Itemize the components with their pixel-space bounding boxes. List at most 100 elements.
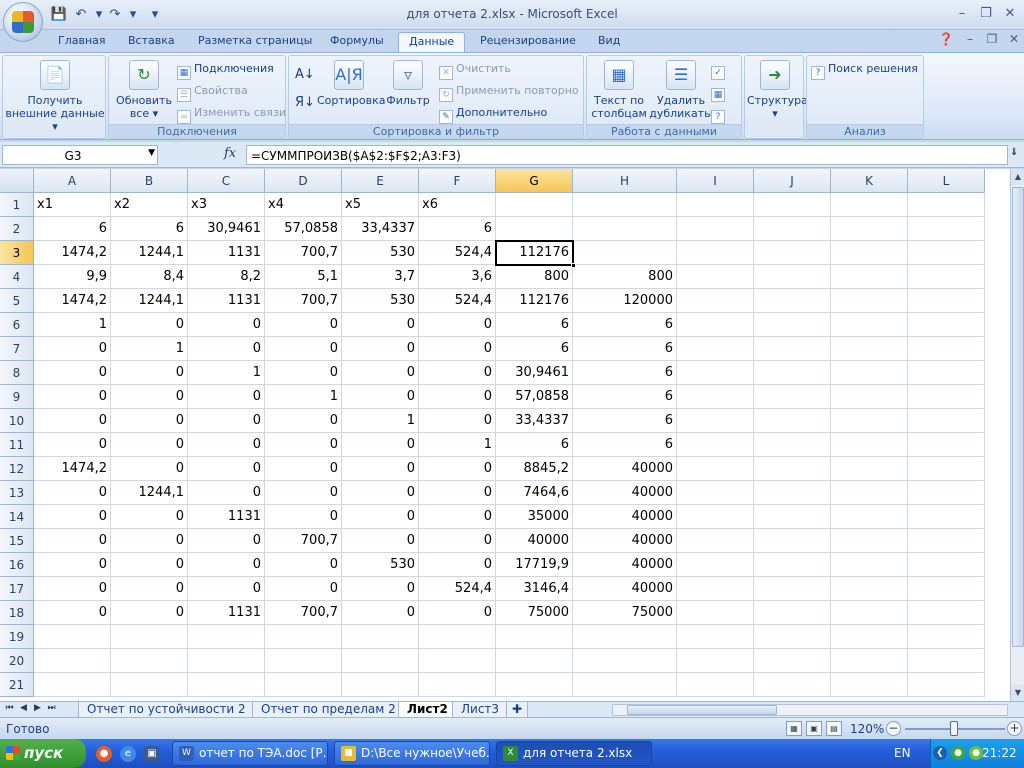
cell-a7[interactable]: 0	[34, 337, 111, 361]
cell-a1[interactable]: x1	[34, 193, 111, 217]
page-layout-view-icon[interactable]: ▣	[806, 721, 822, 736]
zoom-out-icon[interactable]: −	[886, 721, 901, 736]
row-header-12[interactable]: 12	[0, 457, 34, 481]
cell-k7[interactable]	[831, 337, 908, 361]
cell-e7[interactable]: 0	[342, 337, 419, 361]
tab-view[interactable]: Вид	[588, 32, 630, 52]
cell-l19[interactable]	[908, 625, 985, 649]
scroll-down-icon[interactable]: ▼	[1011, 685, 1024, 701]
cell-h18[interactable]: 75000	[573, 601, 677, 625]
cell-a10[interactable]: 0	[34, 409, 111, 433]
column-header-c[interactable]: C	[188, 169, 265, 193]
cell-h7[interactable]: 6	[573, 337, 677, 361]
cell-d9[interactable]: 1	[265, 385, 342, 409]
row-header-20[interactable]: 20	[0, 649, 34, 673]
cell-k1[interactable]	[831, 193, 908, 217]
cell-a20[interactable]	[34, 649, 111, 673]
tray-arrow-icon[interactable]: ❮	[933, 746, 947, 760]
cell-j17[interactable]	[754, 577, 831, 601]
cell-l10[interactable]	[908, 409, 985, 433]
cell-h15[interactable]: 40000	[573, 529, 677, 553]
cell-d21[interactable]	[265, 673, 342, 697]
cell-i17[interactable]	[677, 577, 754, 601]
row-header-2[interactable]: 2	[0, 217, 34, 241]
cell-e2[interactable]: 33,4337	[342, 217, 419, 241]
row-header-10[interactable]: 10	[0, 409, 34, 433]
cell-c21[interactable]	[188, 673, 265, 697]
name-box-dropdown-icon[interactable]: ▼	[148, 148, 155, 158]
cell-g2[interactable]	[496, 217, 573, 241]
row-header-3[interactable]: 3	[0, 241, 34, 265]
cell-b17[interactable]: 0	[111, 577, 188, 601]
cell-f8[interactable]: 0	[419, 361, 496, 385]
column-header-g[interactable]: G	[496, 169, 573, 193]
cell-c20[interactable]	[188, 649, 265, 673]
cell-k8[interactable]	[831, 361, 908, 385]
tab-review[interactable]: Рецензирование	[470, 32, 586, 52]
zoom-in-icon[interactable]: +	[1007, 721, 1022, 736]
cell-j10[interactable]	[754, 409, 831, 433]
name-box[interactable]: G3 ▼	[2, 145, 158, 165]
ie-quicklaunch-icon[interactable]: e	[120, 746, 136, 762]
taskbar-explorer[interactable]: ■ D:\Все нужное\Учеб...	[334, 741, 490, 766]
data-validation-icon[interactable]: ✓	[711, 60, 728, 80]
horizontal-scrollbar[interactable]	[612, 704, 1008, 716]
cell-g3[interactable]: 112176	[496, 241, 573, 265]
cell-g14[interactable]: 35000	[496, 505, 573, 529]
last-sheet-icon[interactable]: ⏭	[46, 703, 57, 713]
cell-h11[interactable]: 6	[573, 433, 677, 457]
cell-a15[interactable]: 0	[34, 529, 111, 553]
cell-b14[interactable]: 0	[111, 505, 188, 529]
show-desktop-icon[interactable]: ▣	[144, 746, 160, 762]
cell-e15[interactable]: 0	[342, 529, 419, 553]
cell-f5[interactable]: 524,4	[419, 289, 496, 313]
cell-f16[interactable]: 0	[419, 553, 496, 577]
cell-h4[interactable]: 800	[573, 265, 677, 289]
cell-k20[interactable]	[831, 649, 908, 673]
cell-l13[interactable]	[908, 481, 985, 505]
cell-b18[interactable]: 0	[111, 601, 188, 625]
close-icon[interactable]: ✕	[998, 4, 1022, 24]
column-header-f[interactable]: F	[419, 169, 496, 193]
browser-quicklaunch-icon[interactable]: ●	[96, 746, 112, 762]
cell-j15[interactable]	[754, 529, 831, 553]
insert-sheet-icon[interactable]: ✚	[506, 702, 529, 718]
text-to-columns-button[interactable]: ▦ Текст по столбцам	[589, 60, 649, 120]
sheet-tab-limits-report[interactable]: Отчет по пределам 2	[252, 702, 405, 718]
scroll-up-icon[interactable]: ▲	[1011, 169, 1024, 185]
cell-i16[interactable]	[677, 553, 754, 577]
cell-e10[interactable]: 1	[342, 409, 419, 433]
zoom-slider-thumb[interactable]	[950, 721, 958, 736]
cell-c9[interactable]: 0	[188, 385, 265, 409]
cell-d4[interactable]: 5,1	[265, 265, 342, 289]
clear-button[interactable]: ✕ Очистить	[439, 60, 511, 80]
cell-b3[interactable]: 1244,1	[111, 241, 188, 265]
cell-f17[interactable]: 524,4	[419, 577, 496, 601]
cell-a13[interactable]: 0	[34, 481, 111, 505]
cell-f18[interactable]: 0	[419, 601, 496, 625]
cell-j11[interactable]	[754, 433, 831, 457]
cell-k18[interactable]	[831, 601, 908, 625]
cell-c12[interactable]: 0	[188, 457, 265, 481]
cell-e5[interactable]: 530	[342, 289, 419, 313]
column-header-i[interactable]: I	[677, 169, 754, 193]
cell-j6[interactable]	[754, 313, 831, 337]
properties-button[interactable]: ☰ Свойства	[177, 82, 248, 102]
cell-i15[interactable]	[677, 529, 754, 553]
cell-f12[interactable]: 0	[419, 457, 496, 481]
cell-b20[interactable]	[111, 649, 188, 673]
cell-a2[interactable]: 6	[34, 217, 111, 241]
cell-j18[interactable]	[754, 601, 831, 625]
sheet-tab-list2[interactable]: Лист2	[398, 702, 457, 718]
cell-d17[interactable]: 0	[265, 577, 342, 601]
column-header-e[interactable]: E	[342, 169, 419, 193]
connections-button[interactable]: ▦ Подключения	[177, 60, 274, 80]
cell-h13[interactable]: 40000	[573, 481, 677, 505]
get-external-data-button[interactable]: 📄 Получить внешние данные ▾	[5, 60, 105, 133]
cell-i3[interactable]	[677, 241, 754, 265]
doc-close-icon[interactable]: ✕	[1006, 32, 1022, 46]
cell-g21[interactable]	[496, 673, 573, 697]
cell-l2[interactable]	[908, 217, 985, 241]
cell-f4[interactable]: 3,6	[419, 265, 496, 289]
cell-c16[interactable]: 0	[188, 553, 265, 577]
